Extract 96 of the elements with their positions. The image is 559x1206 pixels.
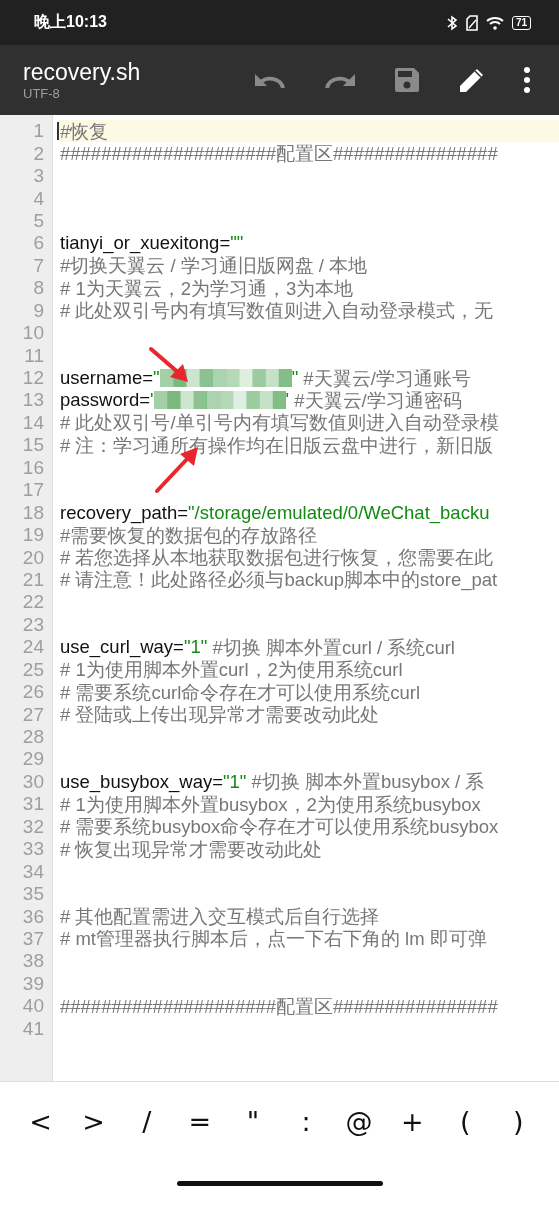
line-number: 11 [23, 344, 45, 367]
string-text: ' [285, 389, 290, 412]
symbol-key[interactable]: : [286, 1102, 326, 1141]
line-number: 31 [21, 793, 45, 816]
line-number: 17 [21, 479, 45, 502]
comment-text: #需要恢复的数据包的存放路径 [60, 524, 318, 548]
wifi-icon [485, 15, 504, 30]
symbol-key[interactable]: > [73, 1102, 114, 1141]
comment-text: #天翼云/学习通账号 [302, 366, 471, 391]
code-text: password= [60, 389, 150, 412]
comment-text: # 登陆或上传出现异常才需要改动此处 [60, 703, 380, 728]
comment-text: # 恢复出现异常才需要改动此处 [60, 837, 323, 862]
symbol-key[interactable]: < [20, 1102, 61, 1141]
line-number: 10 [21, 322, 45, 345]
line-number: 2 [32, 142, 45, 165]
line-number: 15 [21, 434, 45, 457]
comment-text: # 1为使用脚本外置curl，2为使用系统curl [60, 658, 403, 683]
line-number: 36 [21, 905, 45, 928]
comment-text: # 其他配置需进入交互模式后自行选择 [60, 905, 380, 929]
symbol-key[interactable]: " [232, 1102, 273, 1141]
line-number: 8 [32, 277, 45, 300]
comment-text: #切换 脚本外置curl / 系统curl [211, 635, 455, 660]
line-number: 32 [21, 815, 45, 838]
encoding-label: UTF-8 [23, 86, 61, 102]
comment-text: # 若您选择从本地获取数据包进行恢复，您需要在此 [60, 546, 494, 570]
line-number: 6 [32, 232, 45, 255]
line-number: 29 [21, 748, 45, 771]
comment-text: # 此处双引号内有填写数值则进入自动登录模式，无 [60, 299, 494, 324]
symbol-key[interactable]: ( [445, 1102, 486, 1141]
symbol-key[interactable]: ) [498, 1102, 539, 1141]
code-text: username= [60, 367, 154, 390]
battery-indicator: 71 [511, 15, 531, 30]
line-number: 23 [21, 613, 45, 636]
line-number: 22 [21, 591, 45, 614]
string-text: " [291, 367, 299, 390]
string-text: "1" [223, 770, 247, 792]
comment-text: # 此处双引号/单引号内有填写数值则进入自动登录模 [60, 411, 499, 436]
line-number: 40 [21, 995, 45, 1018]
line-number: 14 [21, 411, 45, 434]
line-number: 18 [21, 501, 45, 524]
comment-text: # 请注意！此处路径必须与backup脚本中的store_pat [60, 568, 498, 593]
string-text: "/storage/emulated/0/WeChat_backu [188, 501, 490, 524]
line-number: 7 [32, 254, 45, 277]
string-text: "" [230, 232, 244, 255]
more-icon [523, 66, 531, 94]
code-text: use_busybox_way= [60, 770, 223, 793]
comment-text: #####################配置区################ [60, 142, 498, 167]
comment-text: #恢复 [60, 119, 109, 144]
line-number: 16 [21, 456, 45, 479]
line-number: 28 [21, 726, 45, 749]
comment-text: #切换天翼云 / 学习通旧版网盘 / 本地 [60, 254, 368, 279]
code-text: tianyi_or_xuexitong= [60, 232, 231, 255]
comment-text: #天翼云/学习通密码 [293, 388, 462, 413]
line-number: 41 [21, 1017, 45, 1040]
comment-text: # 需要系统busybox命令存在才可以使用系统busybox [60, 815, 499, 840]
bluetooth-icon [445, 14, 458, 31]
symbol-key[interactable]: @ [339, 1102, 380, 1141]
file-title: recovery.sh [23, 58, 141, 86]
line-number: 38 [21, 950, 45, 973]
code-text: recovery_path= [60, 501, 189, 524]
line-number: 35 [21, 883, 45, 906]
line-number: 20 [21, 546, 45, 569]
line-number: 37 [21, 927, 45, 950]
line-number: 21 [21, 568, 45, 591]
comment-text: #####################配置区################ [60, 994, 498, 1019]
line-number: 25 [21, 658, 45, 681]
line-number: 9 [32, 299, 45, 322]
code-text: use_curl_way= [60, 636, 184, 659]
line-number: 39 [21, 972, 45, 995]
line-number: 3 [32, 165, 45, 188]
line-number: 4 [32, 187, 45, 210]
comment-text: # 1为使用脚本外置busybox，2为使用系统busybox [60, 793, 481, 817]
line-number: 12 [21, 367, 45, 390]
string-text: "1" [183, 636, 208, 659]
line-number: 33 [21, 838, 45, 861]
sim-card-icon [465, 14, 478, 31]
text-cursor [57, 122, 59, 141]
symbol-key[interactable]: + [392, 1102, 433, 1141]
line-number: 30 [21, 770, 45, 793]
line-number: 5 [32, 209, 45, 232]
line-number: 24 [21, 636, 45, 659]
line-number: 13 [21, 389, 45, 412]
comment-text: #切换 脚本外置busybox / 系 [250, 770, 485, 795]
line-number: 34 [21, 860, 45, 883]
symbol-key[interactable]: = [179, 1102, 220, 1141]
comment-text: # 需要系统curl命令存在才可以使用系统curl [60, 680, 421, 705]
symbol-key[interactable]: / [126, 1102, 167, 1141]
clock: 晚上10:13 [34, 12, 107, 32]
line-number: 27 [21, 703, 45, 726]
line-number: 26 [21, 681, 45, 704]
string-text: " [153, 367, 160, 390]
line-number: 19 [21, 524, 45, 547]
line-number: 1 [32, 120, 45, 143]
comment-text: # mt管理器执行脚本后，点一下右下角的 lm 即可弹 [60, 927, 487, 952]
comment-text: # 1为天翼云，2为学习通，3为本地 [60, 276, 354, 301]
string-text: ' [150, 389, 154, 412]
